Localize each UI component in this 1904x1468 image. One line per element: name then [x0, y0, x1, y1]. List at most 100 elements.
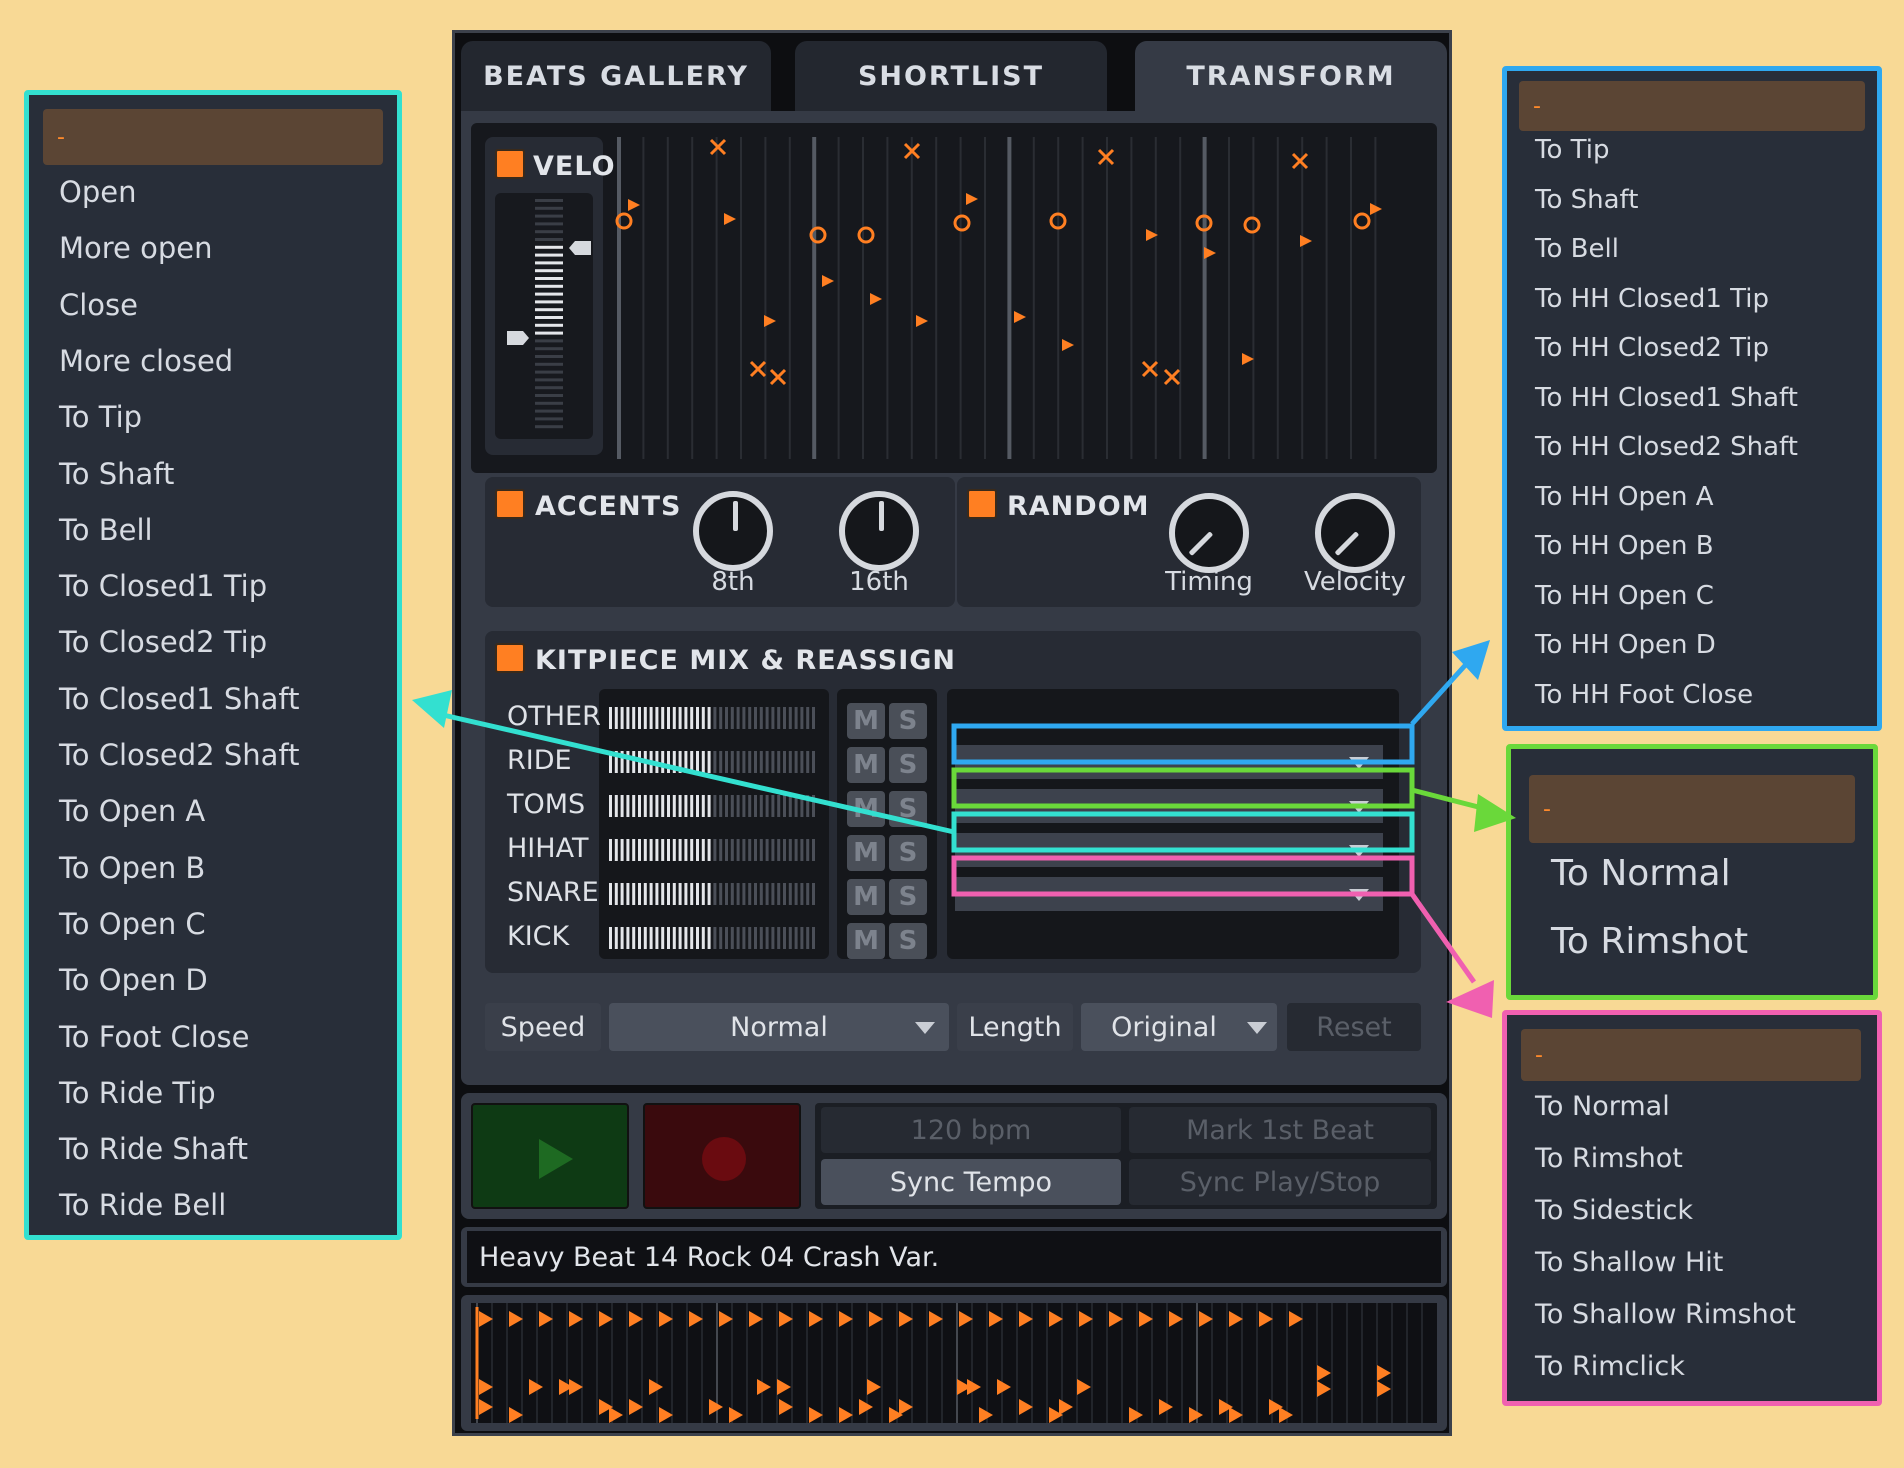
kitpiece-reassign-select[interactable]: - — [955, 877, 1383, 911]
ride-menu-item[interactable]: To Tip — [1535, 135, 1609, 165]
tab-beats-gallery[interactable]: BEATS GALLERY — [461, 41, 771, 111]
ride-menu-selected[interactable]: - — [1519, 81, 1865, 131]
snare-menu-item[interactable]: To Rimshot — [1535, 1143, 1683, 1174]
note-triangle-icon[interactable] — [1204, 247, 1216, 259]
toms-menu-item[interactable]: To Normal — [1551, 853, 1731, 894]
speed-select[interactable]: Normal — [609, 1003, 949, 1051]
bpm-display[interactable]: 120 bpm — [821, 1107, 1121, 1153]
solo-button[interactable]: S — [889, 879, 927, 915]
note-circle-icon[interactable] — [1243, 216, 1261, 234]
hihat-menu-item[interactable]: To Closed2 Tip — [59, 625, 267, 659]
kitpiece-volume-meter[interactable] — [609, 751, 819, 773]
kitpiece-reassign-select[interactable]: - — [955, 833, 1383, 867]
hihat-menu-item[interactable]: To Open D — [59, 963, 208, 997]
sync-tempo-button[interactable]: Sync Tempo — [821, 1159, 1121, 1205]
hihat-menu-item[interactable]: To Open B — [59, 851, 205, 885]
note-cross-icon[interactable] — [749, 360, 767, 378]
note-triangle-icon[interactable] — [916, 315, 928, 327]
note-circle-icon[interactable] — [953, 214, 971, 232]
note-triangle-icon[interactable] — [724, 213, 736, 225]
hihat-menu-selected[interactable]: - — [43, 109, 383, 165]
solo-button[interactable]: S — [889, 923, 927, 959]
solo-button[interactable]: S — [889, 835, 927, 871]
mute-button[interactable]: M — [847, 791, 885, 827]
mute-button[interactable]: M — [847, 923, 885, 959]
note-triangle-icon[interactable] — [1242, 353, 1254, 365]
snare-menu-item[interactable]: To Sidestick — [1535, 1195, 1693, 1226]
kitpiece-reassign-select[interactable]: - — [955, 745, 1383, 779]
kitpiece-volume-meter[interactable] — [609, 839, 819, 861]
toms-menu-selected[interactable]: - — [1529, 775, 1855, 843]
note-triangle-icon[interactable] — [1014, 311, 1026, 323]
hihat-menu-item[interactable]: To Tip — [59, 400, 142, 434]
note-triangle-icon[interactable] — [1062, 339, 1074, 351]
ride-menu-item[interactable]: To Shaft — [1535, 185, 1638, 215]
note-triangle-icon[interactable] — [966, 193, 978, 205]
hihat-menu-item[interactable]: To Ride Bell — [59, 1188, 226, 1222]
hihat-menu-item[interactable]: To Bell — [59, 513, 153, 547]
snare-menu-item[interactable]: To Shallow Rimshot — [1535, 1299, 1796, 1330]
kitpiece-volume-meter[interactable] — [609, 795, 819, 817]
hihat-menu-item[interactable]: To Open C — [59, 907, 206, 941]
hihat-menu-item[interactable]: To Ride Tip — [59, 1076, 216, 1110]
tab-shortlist[interactable]: SHORTLIST — [795, 41, 1107, 111]
snare-menu-item[interactable]: To Rimclick — [1535, 1351, 1685, 1382]
ride-menu-item[interactable]: To HH Open D — [1535, 630, 1716, 660]
mute-button[interactable]: M — [847, 879, 885, 915]
velo-enable-toggle[interactable] — [495, 149, 525, 179]
reset-button[interactable]: Reset — [1287, 1003, 1421, 1051]
random-enable-toggle[interactable] — [967, 489, 997, 519]
note-triangle-icon[interactable] — [764, 315, 776, 327]
note-triangle-icon[interactable] — [628, 199, 640, 211]
random-timing-knob[interactable] — [1169, 493, 1249, 573]
beat-name-field[interactable]: Heavy Beat 14 Rock 04 Crash Var. — [467, 1231, 1441, 1283]
note-circle-icon[interactable] — [857, 226, 875, 244]
note-triangle-icon[interactable] — [1300, 235, 1312, 247]
sync-play-stop-button[interactable]: Sync Play/Stop — [1129, 1159, 1431, 1205]
ride-menu-item[interactable]: To HH Open B — [1535, 531, 1714, 561]
hihat-menu-item[interactable]: Close — [59, 288, 138, 322]
note-cross-icon[interactable] — [769, 368, 787, 386]
ride-menu-item[interactable]: To HH Closed1 Tip — [1535, 284, 1769, 314]
mute-button[interactable]: M — [847, 747, 885, 783]
ride-menu-item[interactable]: To Bell — [1535, 234, 1619, 264]
note-triangle-icon[interactable] — [822, 275, 834, 287]
hihat-menu-item[interactable]: Open — [59, 175, 136, 209]
note-cross-icon[interactable] — [1163, 368, 1181, 386]
hihat-menu-item[interactable]: More open — [59, 231, 212, 265]
toms-menu-item[interactable]: To Rimshot — [1551, 921, 1748, 962]
hihat-menu-item[interactable]: To Shaft — [59, 457, 174, 491]
hihat-menu-item[interactable]: To Closed1 Shaft — [59, 682, 299, 716]
record-button[interactable] — [643, 1103, 801, 1209]
solo-button[interactable]: S — [889, 703, 927, 739]
accents-16th-knob[interactable] — [839, 491, 919, 571]
accents-8th-knob[interactable] — [693, 491, 773, 571]
snare-menu-item[interactable]: To Normal — [1535, 1091, 1670, 1122]
hihat-menu-item[interactable]: More closed — [59, 344, 233, 378]
note-triangle-icon[interactable] — [870, 293, 882, 305]
note-circle-icon[interactable] — [1353, 212, 1371, 230]
solo-button[interactable]: S — [889, 791, 927, 827]
hihat-menu-item[interactable]: To Closed2 Shaft — [59, 738, 299, 772]
hihat-menu-item[interactable]: To Closed1 Tip — [59, 569, 267, 603]
mark-first-beat-button[interactable]: Mark 1st Beat — [1129, 1107, 1431, 1153]
kitpiece-volume-meter[interactable] — [609, 707, 819, 729]
ride-menu-item[interactable]: To HH Open A — [1535, 482, 1714, 512]
solo-button[interactable]: S — [889, 747, 927, 783]
tab-transform[interactable]: TRANSFORM — [1135, 41, 1447, 111]
ride-menu-item[interactable]: To HH Foot Close — [1535, 680, 1753, 710]
ride-menu-item[interactable]: To HH Closed1 Shaft — [1535, 383, 1798, 413]
play-button[interactable] — [471, 1103, 629, 1209]
velo-min-handle-icon[interactable] — [507, 331, 529, 345]
snare-menu-selected[interactable]: - — [1521, 1029, 1861, 1081]
random-velocity-knob[interactable] — [1315, 493, 1395, 573]
hihat-menu-item[interactable]: To Ride Shaft — [59, 1132, 248, 1166]
note-cross-icon[interactable] — [709, 138, 727, 156]
ride-menu-item[interactable]: To HH Open C — [1535, 581, 1714, 611]
snare-menu-item[interactable]: To Shallow Hit — [1535, 1247, 1723, 1278]
velo-max-handle-icon[interactable] — [569, 241, 591, 255]
note-cross-icon[interactable] — [1291, 152, 1309, 170]
mute-button[interactable]: M — [847, 703, 885, 739]
ride-menu-item[interactable]: To HH Closed2 Shaft — [1535, 432, 1798, 462]
velo-range-slider[interactable] — [495, 193, 593, 439]
